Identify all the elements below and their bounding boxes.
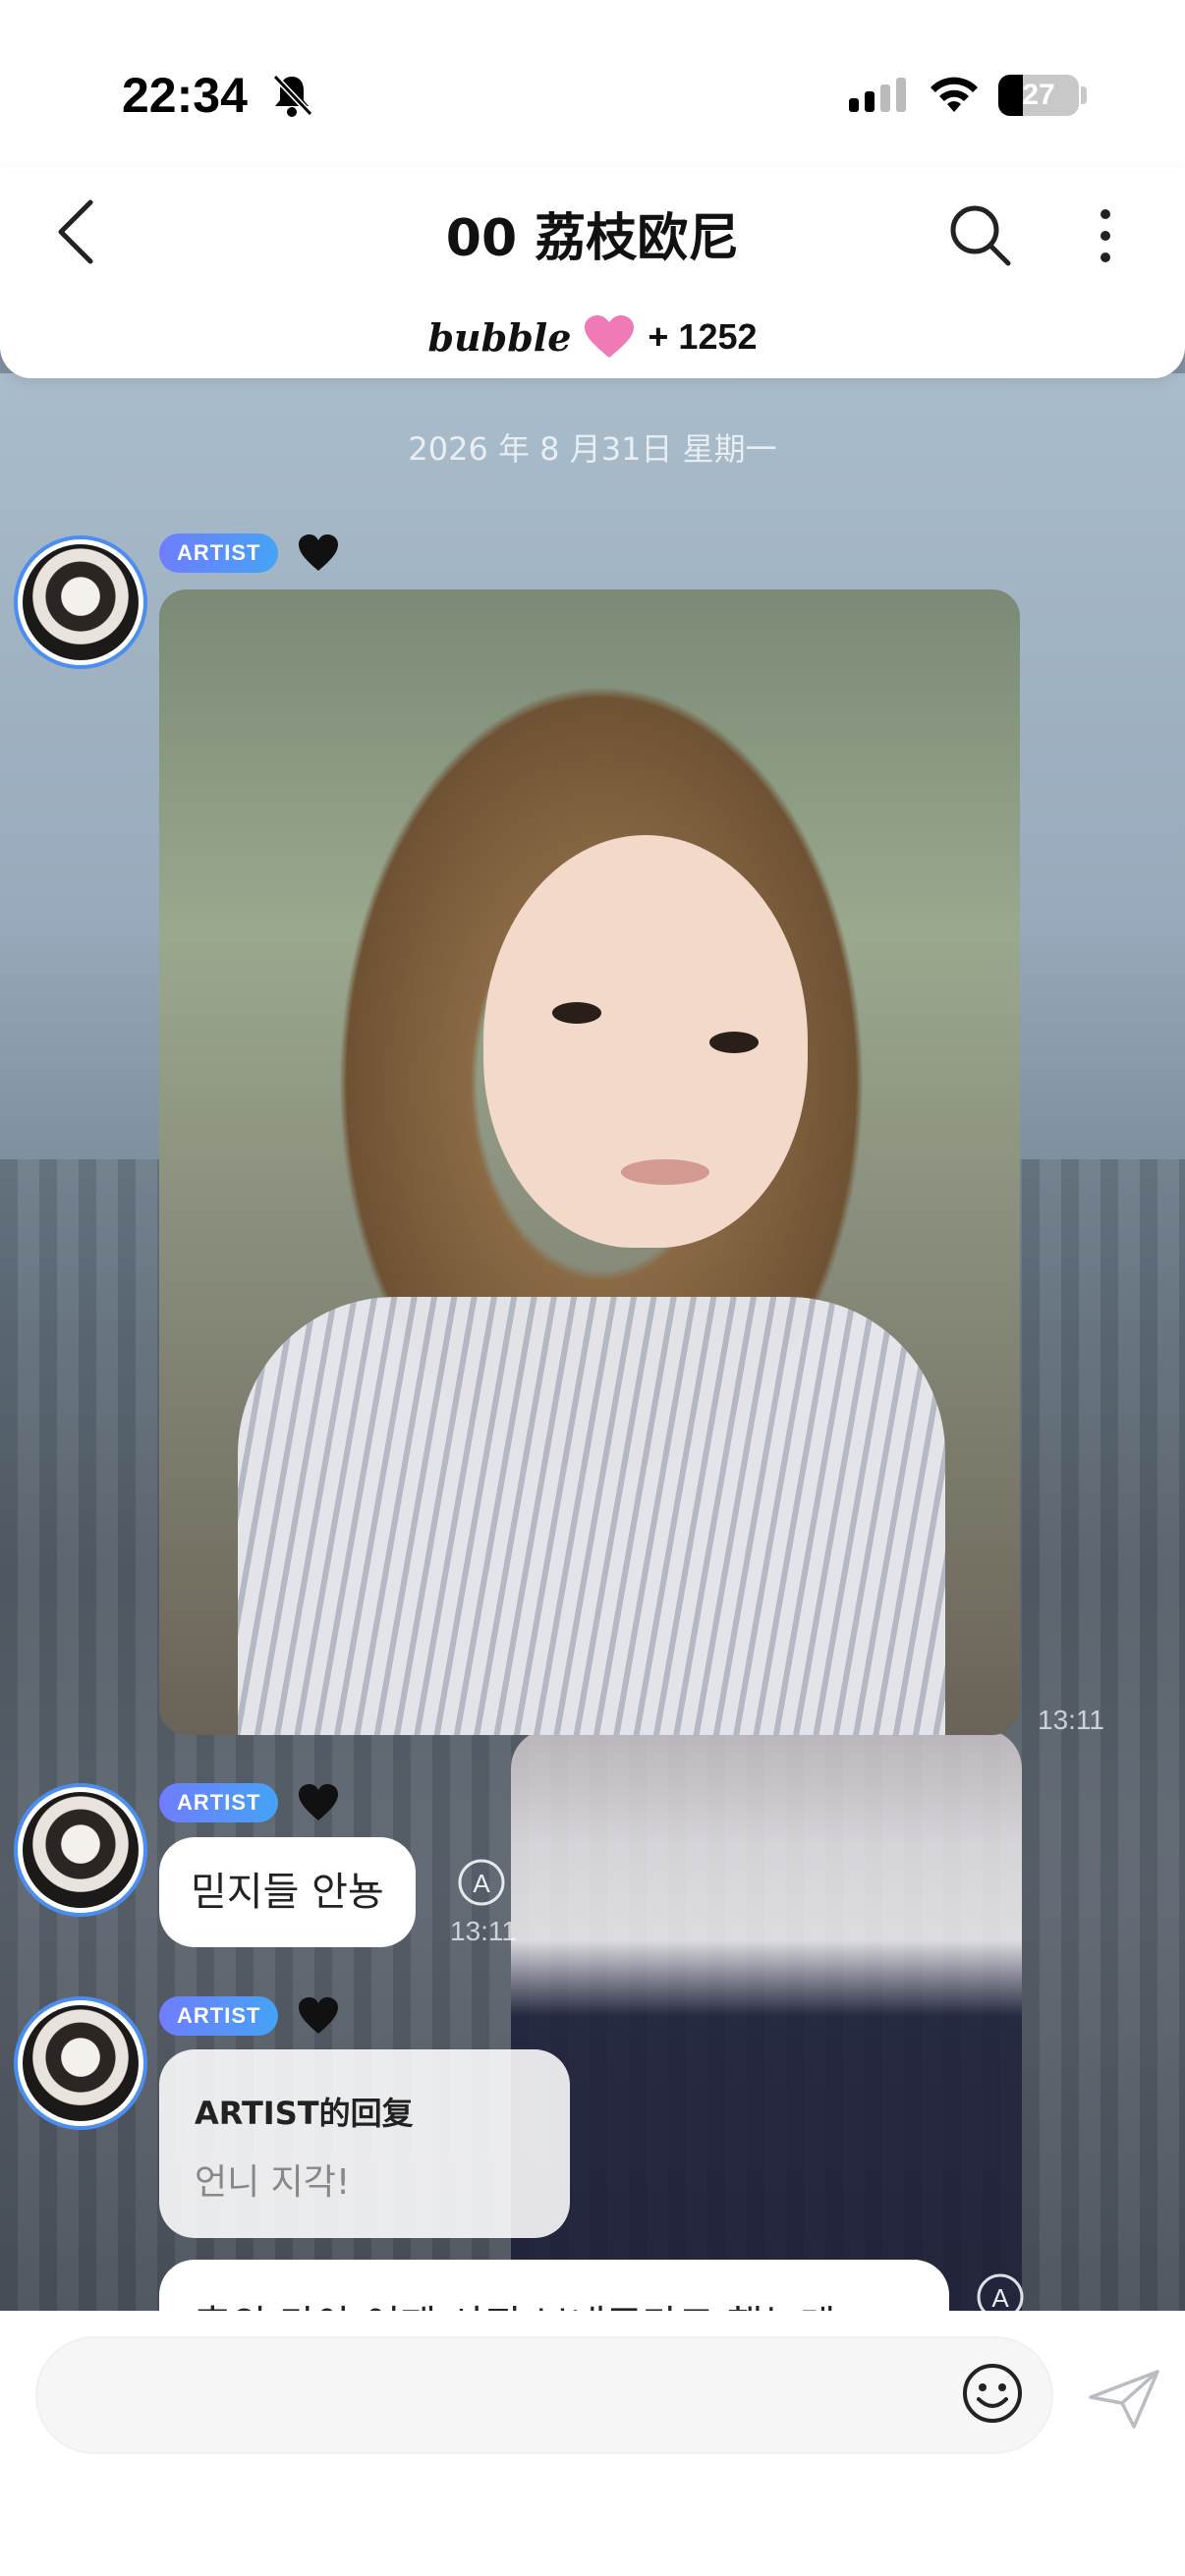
black-heart-icon <box>299 1784 338 1820</box>
message-time: 13:11 <box>1038 1705 1104 1735</box>
status-bar: 22:34 27 <box>0 0 1185 167</box>
battery-tip <box>1081 86 1087 104</box>
bubble-logo: bubble <box>427 314 572 360</box>
artist-avatar[interactable] <box>14 1996 147 2130</box>
svg-text:A: A <box>991 2283 1009 2313</box>
chat-title: 00 荔枝欧尼 <box>445 209 740 268</box>
date-divider: 2026 年 8 月31日 星期一 <box>408 430 777 468</box>
reply-title: ARTIST的回复 <box>195 2095 414 2132</box>
artist-avatar[interactable] <box>14 535 147 669</box>
svg-text:A: A <box>473 1869 490 1898</box>
artist-avatar[interactable] <box>14 1783 147 1917</box>
message-input[interactable] <box>67 2358 951 2436</box>
message-input-container[interactable] <box>35 2336 1053 2454</box>
translate-icon[interactable]: A <box>454 1855 509 1910</box>
battery-icon: 27 <box>998 75 1079 116</box>
message-bubble[interactable]: 믿지들 안뇽 <box>159 1837 416 1947</box>
chat-header: 00 荔枝欧尼 bubble + 1252 <box>0 167 1185 378</box>
message-time: 13:11 <box>450 1916 517 1946</box>
artist-badge: ARTIST <box>159 533 279 573</box>
reply-bubble[interactable]: ARTIST的回复 언니 지각! <box>159 2049 570 2238</box>
chat-photo[interactable] <box>159 589 1020 1735</box>
black-heart-icon <box>299 534 338 571</box>
status-time: 22:34 <box>122 68 248 123</box>
battery-level: 27 <box>1022 79 1055 111</box>
send-icon[interactable] <box>1087 2368 1161 2431</box>
subscriber-count: + 1252 <box>648 316 758 357</box>
artist-badge: ARTIST <box>159 1783 279 1822</box>
more-vertical-icon[interactable] <box>1081 202 1130 269</box>
emoji-icon[interactable] <box>961 2362 1024 2425</box>
reply-quoted-text: 언니 지각! <box>195 2162 351 2203</box>
subscription-row[interactable]: bubble + 1252 <box>0 309 1185 364</box>
bell-muted-icon <box>272 74 312 117</box>
cellular-signal-icon <box>849 78 906 112</box>
black-heart-icon <box>299 1997 338 2034</box>
back-arrow-icon[interactable] <box>51 195 110 269</box>
search-icon[interactable] <box>947 202 1014 269</box>
message-composer <box>0 2311 1185 2576</box>
background-figure <box>511 1729 1022 2314</box>
pink-heart-icon <box>585 315 635 358</box>
wifi-icon <box>931 77 978 112</box>
artist-badge: ARTIST <box>159 1996 279 2036</box>
